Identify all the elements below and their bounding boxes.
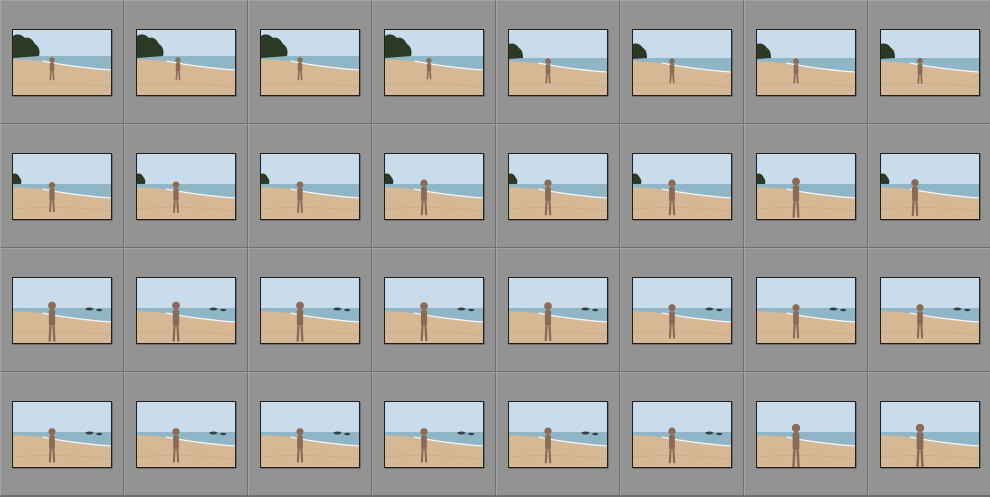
beach-photo-image [757,277,855,343]
photo-thumbnail[interactable] [632,28,732,96]
beach-photo-image [261,153,359,219]
grid-cell[interactable] [744,0,868,124]
photo-thumbnail[interactable] [508,28,608,96]
beach-photo-image [757,153,855,219]
grid-cell[interactable] [868,0,990,124]
beach-photo-image [137,29,235,95]
beach-photo-image [385,401,483,467]
beach-photo-image [385,277,483,343]
beach-photo-image [881,153,979,219]
photo-thumbnail[interactable] [136,276,236,344]
beach-photo-image [633,401,731,467]
photo-thumbnail[interactable] [384,400,484,468]
grid-cell[interactable] [0,0,124,124]
beach-photo-image [13,277,111,343]
beach-photo-image [509,401,607,467]
photo-thumbnail[interactable] [260,28,360,96]
photo-thumbnail[interactable] [880,276,980,344]
photo-thumbnail[interactable] [756,152,856,220]
photo-thumbnail[interactable] [880,400,980,468]
beach-photo-image [13,153,111,219]
grid-cell[interactable] [124,0,248,124]
grid-cell[interactable] [496,248,620,372]
beach-photo-image [261,29,359,95]
beach-photo-image [137,401,235,467]
photo-thumbnail[interactable] [632,276,732,344]
beach-photo-image [881,29,979,95]
beach-photo-image [757,401,855,467]
grid-cell[interactable] [248,124,372,248]
grid-cell[interactable] [620,248,744,372]
beach-photo-image [509,277,607,343]
photo-thumbnail[interactable] [12,28,112,96]
beach-photo-image [633,153,731,219]
grid-cell[interactable] [124,248,248,372]
grid-cell[interactable] [248,248,372,372]
beach-photo-image [385,153,483,219]
grid-cell[interactable] [496,124,620,248]
beach-photo-image [509,29,607,95]
grid-cell[interactable] [496,372,620,496]
grid-cell[interactable] [744,372,868,496]
beach-photo-image [509,153,607,219]
photo-thumbnail[interactable] [136,28,236,96]
photo-thumbnail[interactable] [260,276,360,344]
grid-cell[interactable] [372,372,496,496]
photo-thumbnail[interactable] [632,152,732,220]
beach-photo-image [757,29,855,95]
photo-thumbnail[interactable] [260,152,360,220]
beach-photo-image [261,401,359,467]
grid-cell[interactable] [0,124,124,248]
grid-cell[interactable] [372,124,496,248]
photo-thumbnail[interactable] [136,152,236,220]
grid-cell[interactable] [372,248,496,372]
photo-thumbnail[interactable] [384,28,484,96]
photo-thumbnail[interactable] [260,400,360,468]
grid-cell[interactable] [0,372,124,496]
beach-photo-image [881,401,979,467]
photo-thumbnail[interactable] [508,152,608,220]
thumbnail-grid [0,0,990,497]
grid-cell[interactable] [124,124,248,248]
photo-thumbnail[interactable] [12,152,112,220]
beach-photo-image [13,401,111,467]
grid-cell[interactable] [620,372,744,496]
grid-cell[interactable] [744,248,868,372]
beach-photo-image [881,277,979,343]
photo-thumbnail[interactable] [12,400,112,468]
beach-photo-image [633,29,731,95]
beach-photo-image [385,29,483,95]
grid-cell[interactable] [124,372,248,496]
photo-thumbnail[interactable] [756,28,856,96]
photo-thumbnail[interactable] [508,400,608,468]
photo-thumbnail[interactable] [880,28,980,96]
grid-cell[interactable] [496,0,620,124]
photo-thumbnail[interactable] [632,400,732,468]
photo-thumbnail[interactable] [12,276,112,344]
photo-thumbnail[interactable] [384,276,484,344]
beach-photo-image [13,29,111,95]
beach-photo-image [633,277,731,343]
beach-photo-image [137,277,235,343]
grid-cell[interactable] [0,248,124,372]
photo-thumbnail[interactable] [136,400,236,468]
photo-thumbnail[interactable] [384,152,484,220]
photo-thumbnail[interactable] [880,152,980,220]
grid-cell[interactable] [744,124,868,248]
grid-cell[interactable] [248,372,372,496]
beach-photo-image [261,277,359,343]
grid-cell[interactable] [372,0,496,124]
grid-cell[interactable] [868,248,990,372]
photo-thumbnail[interactable] [508,276,608,344]
grid-cell[interactable] [620,0,744,124]
beach-photo-image [137,153,235,219]
grid-cell[interactable] [620,124,744,248]
photo-thumbnail[interactable] [756,400,856,468]
grid-cell[interactable] [248,0,372,124]
photo-thumbnail[interactable] [756,276,856,344]
grid-cell[interactable] [868,124,990,248]
grid-cell[interactable] [868,372,990,496]
